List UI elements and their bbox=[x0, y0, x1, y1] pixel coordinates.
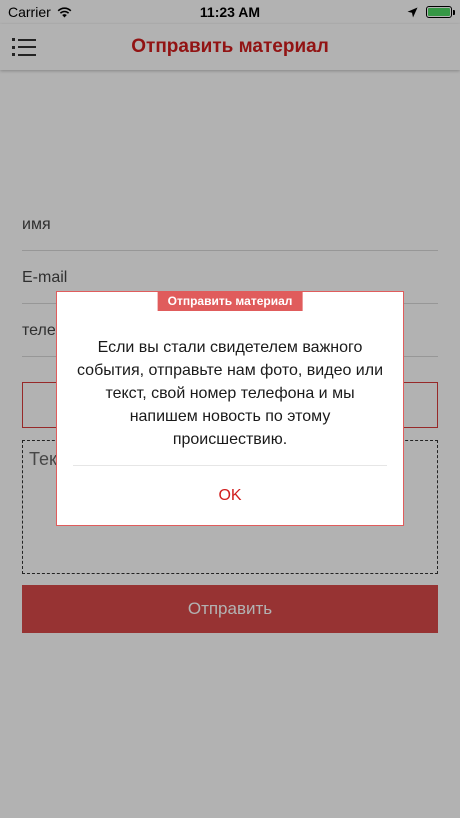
ok-button[interactable]: OK bbox=[57, 478, 403, 514]
dialog-message: Если вы стали свидетелем важного события… bbox=[76, 339, 384, 448]
dialog-title: Отправить материал bbox=[157, 291, 303, 311]
info-dialog: Отправить материал Если вы стали свидете… bbox=[56, 291, 404, 526]
dialog-divider bbox=[73, 465, 387, 466]
